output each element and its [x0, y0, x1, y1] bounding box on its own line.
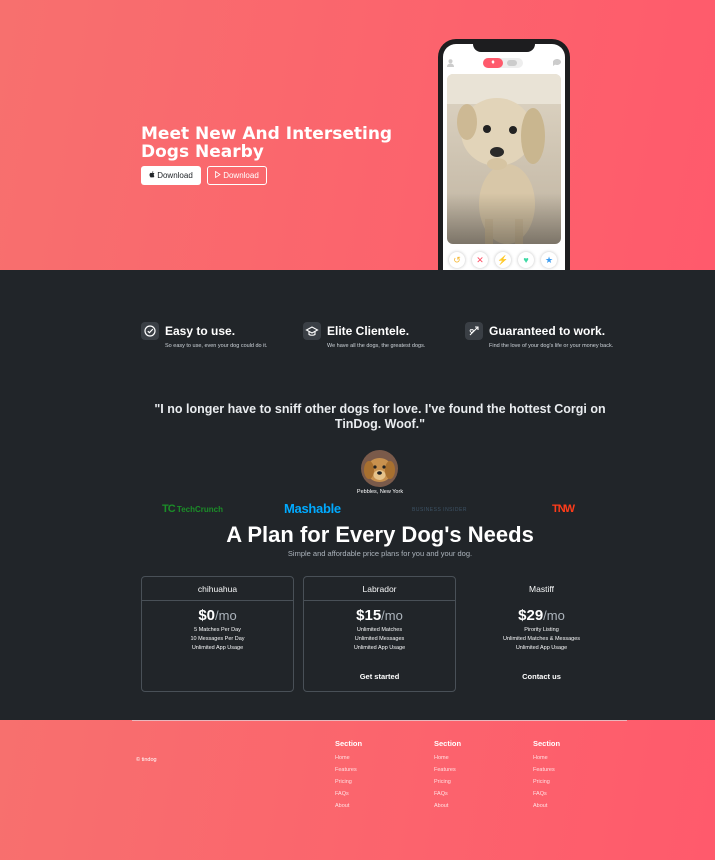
plan-name: chihuahua — [142, 577, 293, 601]
download-google-play-button[interactable]: Download — [207, 166, 267, 185]
footer-link-faqs[interactable]: FAQs — [533, 788, 560, 800]
phone-screen: ♦ ↺ ✕ ⚡ ♥ ★ — [443, 44, 565, 270]
plan-feature: Unlimited App Usage — [515, 645, 568, 651]
business-insider-logo: BUSINESS INSIDER — [412, 507, 467, 513]
bolt-icon[interactable]: ⚡ — [495, 252, 511, 268]
footer-column-title: Section — [533, 739, 561, 748]
plan-price-period: /mo — [381, 608, 403, 623]
footer-column: Section Home Features Pricing FAQs About — [533, 739, 560, 812]
mashable-logo: Mashable — [284, 501, 341, 516]
plan-features: 5 Matches Per Day 10 Messages Per Day Un… — [142, 626, 293, 653]
testimonial-author: Pebbles, New York — [356, 489, 404, 495]
plan-feature: Unlimited App Usage — [353, 645, 406, 651]
plan-price: $15/mo — [304, 607, 455, 624]
dog-photo — [447, 74, 561, 244]
contact-us-button[interactable]: Contact us — [466, 672, 617, 681]
plan-price-period: /mo — [215, 608, 237, 623]
footer-link-pricing[interactable]: Pricing — [434, 776, 461, 788]
footer-link-home[interactable]: Home — [335, 752, 362, 764]
footer-link-pricing[interactable]: Pricing — [335, 776, 362, 788]
plan-name: Labrador — [304, 577, 455, 601]
close-icon[interactable]: ✕ — [472, 252, 488, 268]
download-apple-button[interactable]: Download — [141, 166, 201, 185]
copyright: © tindog — [136, 757, 157, 763]
techcrunch-logo: TC TechCrunch — [162, 503, 223, 515]
graduation-cap-icon — [303, 322, 321, 340]
feature-description: We have all the dogs, the greatest dogs. — [327, 343, 426, 349]
plan-feature: 5 Matches Per Day — [194, 627, 241, 633]
footer-link-features[interactable]: Features — [434, 764, 461, 776]
plan-card-mastiff: Mastiff $29/mo Pirority Listing Unlimite… — [465, 576, 618, 692]
footer-link-features[interactable]: Features — [335, 764, 362, 776]
star-icon[interactable]: ★ — [541, 252, 557, 268]
download-google-play-label: Download — [223, 171, 259, 180]
plan-card-labrador: Labrador $15/mo Unlimited Matches Unlimi… — [303, 576, 456, 692]
plan-feature: Pirority Listing — [524, 627, 559, 633]
feature-title: Guaranteed to work. — [489, 324, 606, 338]
get-started-button[interactable]: Get started — [304, 672, 455, 681]
plan-feature: Unlimited App Usage — [191, 645, 244, 651]
plan-name: Mastiff — [529, 584, 554, 594]
apple-icon — [149, 171, 155, 180]
footer-link-faqs[interactable]: FAQs — [335, 788, 362, 800]
hero-section: Meet New And Interseting Dogs Nearby Dow… — [0, 0, 715, 270]
plan-card-chihuahua: chihuahua $0/mo 5 Matches Per Day 10 Mes… — [141, 576, 294, 692]
tnw-logo: TNW — [552, 503, 575, 515]
user-icon[interactable] — [447, 59, 454, 67]
download-apple-label: Download — [157, 171, 193, 180]
swipe-actions: ↺ ✕ ⚡ ♥ ★ — [443, 252, 565, 270]
avatar — [361, 450, 398, 487]
plan-price-amount: $15 — [356, 607, 382, 624]
footer: © tindog Section Home Features Pricing F… — [0, 720, 715, 860]
techcrunch-text: TechCrunch — [176, 505, 223, 514]
footer-link-pricing[interactable]: Pricing — [533, 776, 560, 788]
footer-link-features[interactable]: Features — [533, 764, 560, 776]
plan-price-amount: $29 — [518, 607, 544, 624]
google-play-icon — [215, 170, 221, 180]
feature-title: Easy to use. — [165, 324, 236, 338]
pricing-title: A Plan for Every Dog's Needs — [226, 522, 534, 547]
flame-icon: ♦ — [483, 58, 503, 68]
footer-column-title: Section — [335, 739, 363, 748]
footer-link-faqs[interactable]: FAQs — [434, 788, 461, 800]
footer-column: Section Home Features Pricing FAQs About — [335, 739, 362, 812]
footer-link-home[interactable]: Home — [434, 752, 461, 764]
plan-features: Unlimited Matches Unlimited Messages Unl… — [304, 626, 455, 653]
footer-column: Section Home Features Pricing FAQs About — [434, 739, 461, 812]
undo-icon[interactable]: ↺ — [449, 252, 465, 268]
footer-link-about[interactable]: About — [434, 800, 461, 812]
plan-price-amount: $0 — [198, 607, 215, 624]
footer-link-home[interactable]: Home — [533, 752, 560, 764]
testimonial-quote: "I no longer have to sniff other dogs fo… — [154, 402, 606, 431]
pricing-subtitle: Simple and affordable price plans for yo… — [287, 549, 473, 558]
tc-mark-icon: TC — [162, 503, 176, 515]
plan-feature: 10 Messages Per Day — [190, 636, 245, 642]
plan-price: $0/mo — [142, 607, 293, 624]
footer-link-about[interactable]: About — [533, 800, 560, 812]
plan-features: Pirority Listing Unlimited Matches & Mes… — [466, 626, 617, 653]
footer-divider — [132, 720, 627, 721]
plan-price: $29/mo — [466, 607, 617, 624]
phone-mockup: ♦ ↺ ✕ ⚡ ♥ ★ — [438, 39, 570, 270]
check-circle-icon — [141, 322, 159, 340]
app-topbar: ♦ — [443, 56, 565, 70]
plan-feature: Unlimited Messages — [354, 636, 405, 642]
footer-column-title: Section — [434, 739, 462, 748]
hero-title: Meet New And Interseting Dogs Nearby — [141, 124, 393, 162]
star-toggle-icon — [507, 60, 517, 66]
app-mode-toggle[interactable]: ♦ — [483, 58, 523, 68]
plan-feature: Unlimited Matches — [356, 627, 403, 633]
phone-notch — [473, 44, 535, 52]
feature-title: Elite Clientele. — [327, 324, 410, 338]
feature-description: Find the love of your dog's life or your… — [489, 343, 614, 349]
chat-icon[interactable] — [553, 59, 561, 66]
heart-icon[interactable]: ♥ — [518, 252, 534, 268]
footer-link-about[interactable]: About — [335, 800, 362, 812]
plan-feature: Unlimited Matches & Messages — [502, 636, 581, 642]
feature-description: So easy to use, even your dog could do i… — [165, 343, 268, 349]
heart-arrow-icon — [465, 322, 483, 340]
plan-price-period: /mo — [543, 608, 565, 623]
